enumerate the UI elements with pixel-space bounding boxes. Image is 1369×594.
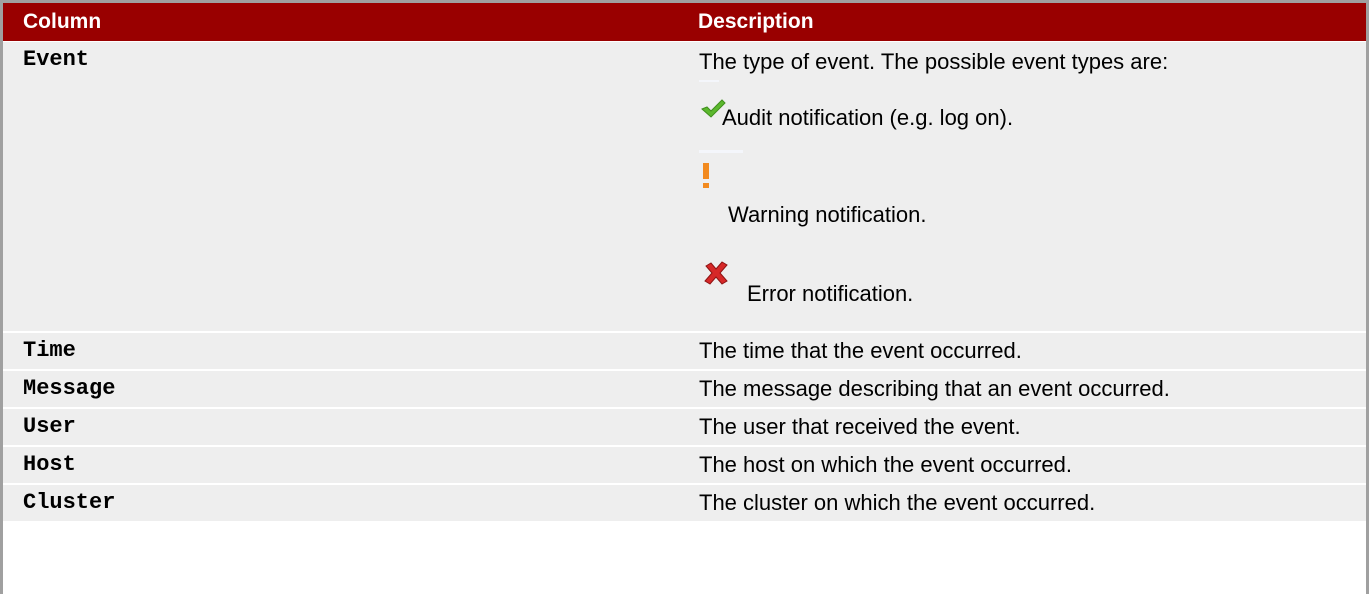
row-description: The cluster on which the event occurred. xyxy=(685,483,1366,521)
column-header: Column xyxy=(3,3,685,42)
table-row-event: Event The type of event. The possible ev… xyxy=(3,41,1366,333)
table-row: Time The time that the event occurred. xyxy=(3,331,1366,370)
error-x-icon xyxy=(704,261,728,285)
row-name-event: Event xyxy=(23,47,90,72)
event-type-warning-label: Warning notification. xyxy=(728,202,927,227)
table-header-row: Column Description xyxy=(3,3,1366,42)
row-description: The user that received the event. xyxy=(685,407,1366,446)
exclamation-icon xyxy=(699,151,743,188)
table-row: Host The host on which the event occurre… xyxy=(3,445,1366,484)
table-row: Cluster The cluster on which the event o… xyxy=(3,483,1366,521)
event-type-error-label: Error notification. xyxy=(747,281,914,306)
row-name: Cluster xyxy=(3,483,685,521)
row-description-event: The type of event. The possible event ty… xyxy=(685,42,1366,333)
description-header: Description xyxy=(685,3,1366,42)
event-types-intro: The type of event. The possible event ty… xyxy=(699,49,1169,74)
row-name: Time xyxy=(3,331,685,370)
row-description: The message describing that an event occ… xyxy=(685,369,1366,408)
event-columns-table: Column Description Event The type of eve… xyxy=(3,3,1366,521)
event-type-audit: Audit notification (e.g. log on). xyxy=(699,80,1366,150)
event-type-warning: Warning notification. xyxy=(699,150,1366,243)
row-description: The host on which the event occurred. xyxy=(685,445,1366,484)
event-type-audit-label: Audit notification (e.g. log on). xyxy=(722,105,1014,130)
row-description: The time that the event occurred. xyxy=(685,331,1366,370)
event-type-error: Error notification. xyxy=(699,243,1366,331)
table-row: Message The message describing that an e… xyxy=(3,369,1366,408)
event-columns-table-container: Column Description Event The type of eve… xyxy=(0,0,1369,594)
row-name: Message xyxy=(3,369,685,408)
row-name: User xyxy=(3,407,685,446)
table-row: User The user that received the event. xyxy=(3,407,1366,446)
row-name: Host xyxy=(3,445,685,484)
